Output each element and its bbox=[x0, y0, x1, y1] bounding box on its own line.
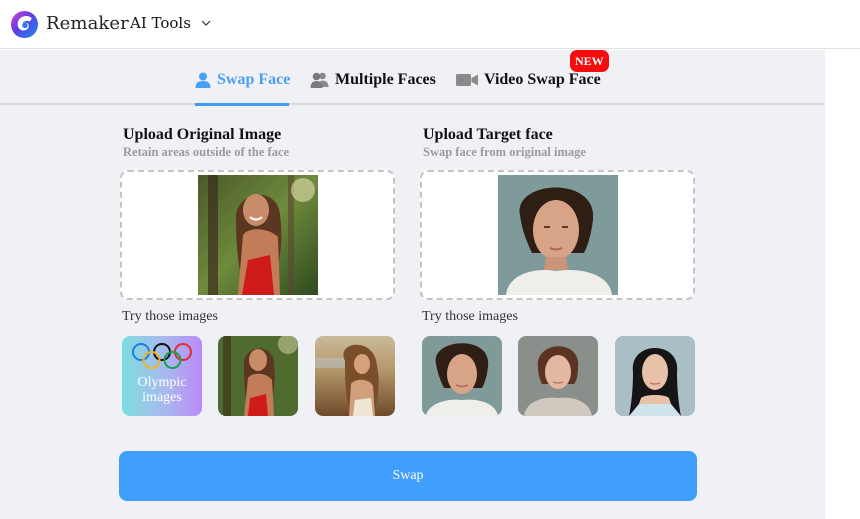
sample-original-sunset-woman[interactable] bbox=[315, 336, 395, 416]
original-try-label: Try those images bbox=[122, 309, 218, 324]
chevron-down-icon bbox=[201, 20, 211, 26]
original-image-title: Upload Original Image bbox=[123, 126, 282, 143]
active-tab-indicator bbox=[195, 103, 289, 106]
tab-label: Video Swap Face bbox=[484, 71, 601, 88]
ai-tools-label: AI Tools bbox=[130, 14, 191, 32]
sample-photo bbox=[422, 336, 502, 416]
sample-photo bbox=[315, 336, 395, 416]
tab-video-swap-face[interactable]: Video Swap Face bbox=[456, 71, 601, 89]
remaker-logo-icon[interactable] bbox=[10, 10, 39, 39]
original-image-subtitle: Retain areas outside of the face bbox=[123, 145, 290, 159]
sample-photo bbox=[518, 336, 598, 416]
top-navbar: Remaker AI Tools bbox=[0, 0, 860, 49]
tab-label: Swap Face bbox=[217, 71, 291, 88]
target-try-label: Try those images bbox=[422, 309, 518, 324]
tab-bar: Swap Face Multiple Faces Video Swap Face… bbox=[0, 50, 825, 106]
tab-multiple-faces[interactable]: Multiple Faces bbox=[310, 71, 436, 89]
sample-target-bun-woman[interactable] bbox=[518, 336, 598, 416]
original-image-dropzone[interactable] bbox=[120, 170, 395, 300]
olympic-label: Olympic images bbox=[137, 375, 187, 405]
new-badge: NEW bbox=[570, 50, 609, 72]
users-icon bbox=[310, 72, 329, 88]
target-face-preview bbox=[498, 175, 618, 295]
sample-original-forest-woman[interactable] bbox=[218, 336, 298, 416]
tab-swap-face[interactable]: Swap Face bbox=[195, 71, 290, 89]
sample-olympic-images[interactable]: Olympic images bbox=[122, 336, 202, 416]
brand-name[interactable]: Remaker bbox=[46, 13, 129, 34]
swap-button[interactable]: Swap bbox=[119, 451, 697, 501]
target-face-dropzone[interactable] bbox=[420, 170, 695, 300]
sample-target-curly-man[interactable] bbox=[422, 336, 502, 416]
ai-tools-dropdown[interactable]: AI Tools bbox=[130, 14, 212, 32]
sample-photo bbox=[218, 336, 298, 416]
sample-target-asian-woman[interactable] bbox=[615, 336, 695, 416]
video-camera-icon bbox=[456, 74, 478, 86]
target-face-subtitle: Swap face from original image bbox=[423, 145, 586, 159]
user-icon bbox=[195, 72, 211, 88]
original-image-preview bbox=[198, 175, 318, 295]
olympic-rings-icon bbox=[132, 343, 192, 369]
sample-photo bbox=[615, 336, 695, 416]
main-content: Swap Face Multiple Faces Video Swap Face… bbox=[0, 50, 825, 519]
target-face-title: Upload Target face bbox=[423, 126, 553, 143]
tab-label: Multiple Faces bbox=[335, 71, 436, 88]
